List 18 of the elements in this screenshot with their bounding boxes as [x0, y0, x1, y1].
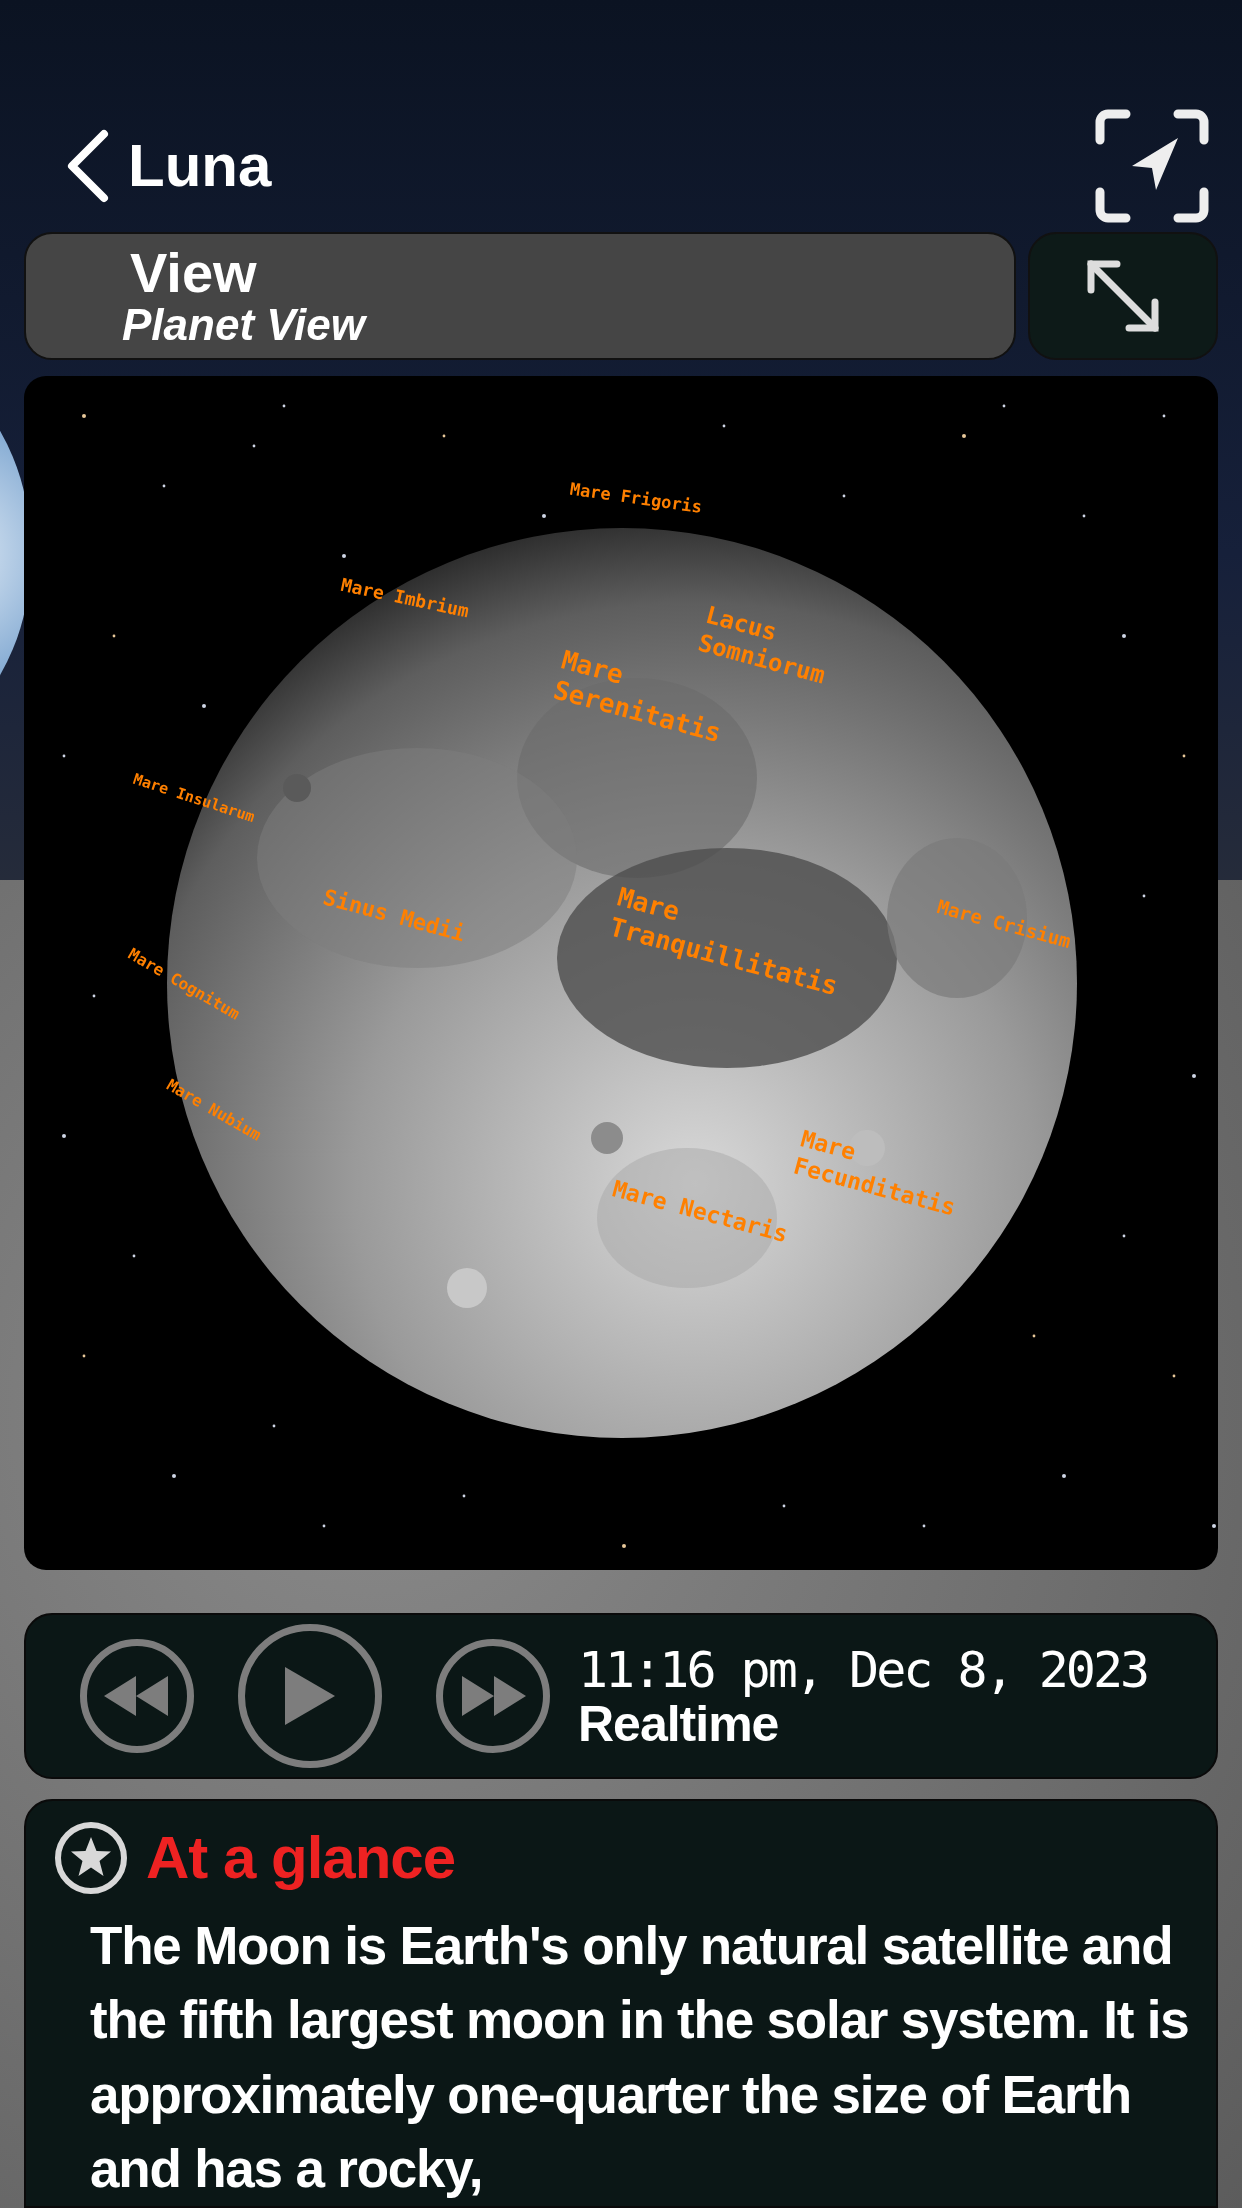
location-arrow-icon[interactable]: [1094, 108, 1210, 225]
section-heading: At a glance: [146, 1828, 456, 1889]
date-time-text: 11:16 pm, Dec 8, 2023: [578, 1642, 1148, 1698]
rewind-button[interactable]: [80, 1639, 194, 1754]
fast-forward-icon: [460, 1676, 526, 1717]
play-icon: [285, 1667, 335, 1726]
map-label: Mare Frigoris: [568, 478, 704, 518]
time-mode-text: Realtime: [578, 1697, 779, 1750]
play-button[interactable]: [238, 1624, 382, 1769]
description-paragraph: The Moon is Earth's only natural satellite and the fifth largest moon in the solar system. It is approximately one-quarter the size of Earth and has a rocky,: [89, 1915, 1190, 2200]
fullscreen-button[interactable]: [1028, 232, 1218, 361]
map-label: Sinus Medii: [320, 884, 468, 948]
rewind-icon: [104, 1676, 170, 1717]
map-label: Mare Imbrium: [339, 574, 471, 623]
view-selector[interactable]: View Planet View: [24, 232, 1016, 361]
star-badge-icon: [54, 1821, 128, 1896]
page-title: Luna: [128, 136, 272, 197]
fast-forward-button[interactable]: [436, 1639, 550, 1754]
